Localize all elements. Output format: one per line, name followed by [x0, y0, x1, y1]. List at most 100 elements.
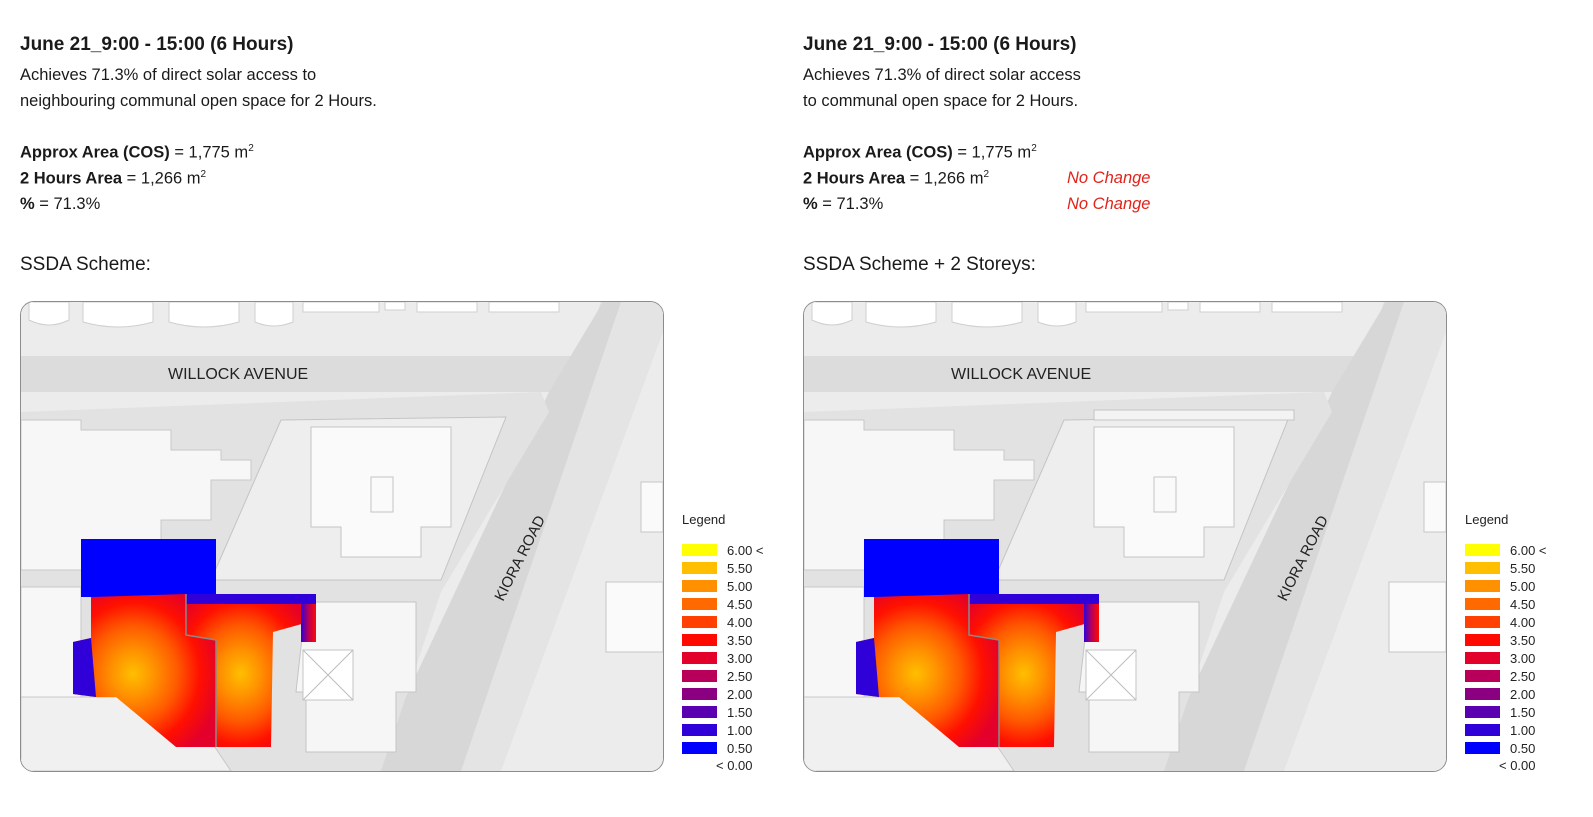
legend-swatch	[682, 688, 717, 700]
two-hours-row: 2 Hours Area = 1,266 m2	[803, 169, 989, 189]
legend-label: 5.00	[727, 578, 753, 594]
legend-item: 2.00	[1465, 685, 1565, 703]
legend-swatch	[1465, 598, 1500, 610]
legend-label: 6.00 <	[727, 542, 764, 558]
legend-item: 6.00 <	[682, 541, 782, 559]
legend-swatch	[682, 652, 717, 664]
legend-swatch	[1465, 688, 1500, 700]
legend-label: 1.50	[727, 704, 753, 720]
legend-label: 5.00	[1510, 578, 1536, 594]
legend-swatch	[682, 634, 717, 646]
legend-swatch	[682, 544, 717, 556]
area-cos-value: = 1,775 m	[169, 143, 249, 162]
panel-title: June 21_9:00 - 15:00 (6 Hours)	[20, 34, 294, 55]
legend-swatch	[1465, 634, 1500, 646]
legend-label: 5.50	[1510, 560, 1536, 576]
legend-swatch	[1465, 670, 1500, 682]
area-cos-label: Approx Area (COS)	[803, 143, 953, 162]
legend-swatch	[1465, 706, 1500, 718]
legend-swatch	[1465, 742, 1500, 754]
two-hours-value: = 1,266 m	[905, 169, 984, 188]
legend-label: 0.50	[727, 740, 753, 756]
unit-superscript: 2	[983, 169, 990, 180]
legend-item: 2.00	[682, 685, 782, 703]
area-cos-label: Approx Area (COS)	[20, 143, 170, 162]
shadow-map: WILLOCK AVENUE KIORA ROAD	[803, 301, 1447, 772]
legend-items: 6.00 < 5.50 5.00 4.50 4.00 3.50 3.00 2.50 2.00 1.…	[682, 541, 782, 757]
legend-label: 1.50	[1510, 704, 1536, 720]
legend-label: 4.00	[727, 614, 753, 630]
legend-item: 4.00	[682, 613, 782, 631]
panel-description: Achieves 71.3% of direct solar access to…	[20, 66, 377, 110]
percent-row: % = 71.3%	[20, 195, 100, 214]
percent-note: No Change	[1067, 195, 1151, 213]
legend-last-label: < 0.00	[1499, 758, 1536, 773]
legend-swatch	[1465, 652, 1500, 664]
legend-item: 1.00	[682, 721, 782, 739]
legend-item: 2.50	[682, 667, 782, 685]
legend-swatch	[682, 742, 717, 754]
scheme-label: SSDA Scheme:	[20, 254, 151, 275]
legend-item: 4.50	[1465, 595, 1565, 613]
legend-label: 2.50	[1510, 668, 1536, 684]
unit-superscript: 2	[1031, 143, 1037, 154]
panel-ssda-scheme-plus-2-storeys: June 21_9:00 - 15:00 (6 Hours) Achieves …	[803, 0, 1583, 817]
legend-swatch	[1465, 724, 1500, 736]
percent-value: = 71.3%	[34, 195, 101, 213]
legend-label: 0.50	[1510, 740, 1536, 756]
two-hours-value: = 1,266 m	[122, 169, 201, 188]
legend-item: 6.00 <	[1465, 541, 1565, 559]
legend-item: 3.50	[1465, 631, 1565, 649]
panel-title: June 21_9:00 - 15:00 (6 Hours)	[803, 34, 1077, 55]
panel-ssda-scheme: June 21_9:00 - 15:00 (6 Hours) Achieves …	[20, 0, 800, 817]
percent-label: %	[20, 195, 35, 213]
legend-label: 6.00 <	[1510, 542, 1547, 558]
legend-item: 0.50	[682, 739, 782, 757]
legend-item: 3.50	[682, 631, 782, 649]
legend-swatch	[1465, 562, 1500, 574]
legend-swatch	[1465, 580, 1500, 592]
legend-item: 3.00	[1465, 649, 1565, 667]
percent-label: %	[803, 195, 818, 213]
legend-item: 1.00	[1465, 721, 1565, 739]
legend-items: 6.00 < 5.50 5.00 4.50 4.00 3.50 3.00 2.50 2.00 1.…	[1465, 541, 1565, 757]
legend-item: 5.50	[682, 559, 782, 577]
legend-item: 2.50	[1465, 667, 1565, 685]
legend-label: 4.50	[1510, 596, 1536, 612]
legend-label: 2.50	[727, 668, 753, 684]
legend-item: 1.50	[1465, 703, 1565, 721]
panel-description: Achieves 71.3% of direct solar access to…	[803, 66, 1081, 110]
legend-swatch	[682, 598, 717, 610]
two-hours-label: 2 Hours Area	[20, 169, 123, 188]
percent-row: % = 71.3%	[803, 195, 883, 214]
legend-label: 3.00	[1510, 650, 1536, 666]
percent-value: = 71.3%	[817, 195, 884, 213]
legend: Legend 6.00 < 5.50 5.00 4.50 4.00 3.50 3.00 2.5…	[682, 512, 782, 775]
legend-swatch	[1465, 544, 1500, 556]
legend-label: 5.50	[727, 560, 753, 576]
two-hours-label: 2 Hours Area	[803, 169, 906, 188]
legend-label: 2.00	[1510, 686, 1536, 702]
legend-item: 5.00	[682, 577, 782, 595]
street-label: WILLOCK AVENUE	[168, 366, 308, 383]
two-hours-note: No Change	[1067, 169, 1151, 187]
legend-item: 4.00	[1465, 613, 1565, 631]
legend: Legend 6.00 < 5.50 5.00 4.50 4.00 3.50 3.00 2.5…	[1465, 512, 1565, 775]
legend-swatch	[682, 562, 717, 574]
legend-item: 5.00	[1465, 577, 1565, 595]
legend-item: 1.50	[682, 703, 782, 721]
area-cos-row: Approx Area (COS) = 1,775 m2	[20, 143, 254, 163]
legend-item: 3.00	[682, 649, 782, 667]
legend-label: 3.50	[1510, 632, 1536, 648]
legend-last-label: < 0.00	[716, 758, 753, 773]
area-cos-value: = 1,775 m	[952, 143, 1032, 162]
two-hours-row: 2 Hours Area = 1,266 m2	[20, 169, 206, 189]
legend-swatch	[1465, 616, 1500, 628]
legend-item: 4.50	[682, 595, 782, 613]
legend-label: 3.50	[727, 632, 753, 648]
scheme-label: SSDA Scheme + 2 Storeys:	[803, 254, 1036, 275]
legend-label: 1.00	[1510, 722, 1536, 738]
legend-label: 4.00	[1510, 614, 1536, 630]
shadow-map: WILLOCK AVENUE KIORA ROAD	[20, 301, 664, 772]
legend-swatch	[682, 580, 717, 592]
